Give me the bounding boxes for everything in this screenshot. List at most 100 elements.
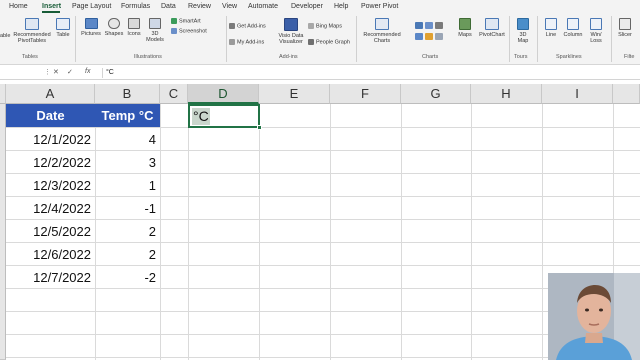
table-cell-temp[interactable]: 4 xyxy=(95,128,160,151)
table-cell-date[interactable]: 12/1/2022 xyxy=(6,128,95,151)
shapes-icon xyxy=(108,18,120,29)
pictures-button[interactable]: Pictures xyxy=(79,18,103,37)
pivotchart-button[interactable]: PivotChart xyxy=(476,18,508,38)
formula-input[interactable]: °C xyxy=(102,68,638,78)
tab-developer[interactable]: Developer xyxy=(291,3,323,10)
tab-page-layout[interactable]: Page Layout xyxy=(72,3,111,10)
maps-button[interactable]: Maps xyxy=(454,18,476,38)
my-addins-icon xyxy=(229,39,235,45)
pie-chart-icon xyxy=(425,33,433,40)
cancel-entry-button[interactable]: ✕ xyxy=(53,68,59,76)
tab-data[interactable]: Data xyxy=(161,3,176,10)
active-cell-text: °C xyxy=(192,108,210,125)
column-chart-icon xyxy=(415,22,423,29)
recommended-pivottables-button[interactable]: Recommended PivotTables xyxy=(10,18,54,44)
pictures-icon xyxy=(84,18,98,29)
column-header-i[interactable]: I xyxy=(542,84,613,104)
shapes-label: Shapes xyxy=(104,31,124,37)
column-header-d[interactable]: D xyxy=(188,84,259,104)
column-header-b[interactable]: B xyxy=(95,84,160,104)
chart-types-gallery[interactable] xyxy=(406,21,452,47)
table-cell-temp[interactable]: 2 xyxy=(95,220,160,243)
pictures-label: Pictures xyxy=(81,31,101,37)
sparkline-winloss-button[interactable]: Win/ Loss xyxy=(585,18,607,44)
insert-function-button[interactable]: fx xyxy=(85,68,90,75)
column-header-partial[interactable] xyxy=(613,84,640,104)
3d-map-button[interactable]: 3D Map xyxy=(512,18,534,44)
recommended-charts-button[interactable]: Recommended Charts xyxy=(360,18,404,44)
sparkline-line-button[interactable]: Line xyxy=(541,18,561,38)
recommended-charts-label-2: Charts xyxy=(373,38,391,44)
table-cell-temp[interactable]: 2 xyxy=(95,243,160,266)
tables-group-label: Tables xyxy=(22,54,38,60)
column-header-c[interactable]: C xyxy=(160,84,188,104)
people-graph-button[interactable]: People Graph xyxy=(308,39,350,45)
slicer-icon xyxy=(619,18,631,30)
tab-view[interactable]: View xyxy=(222,3,237,10)
screenshot-icon xyxy=(171,28,177,34)
sparkline-column-icon xyxy=(567,18,579,30)
icons-button[interactable]: Icons xyxy=(125,18,143,37)
webcam-overlay xyxy=(548,273,640,360)
3d-models-icon xyxy=(149,18,161,29)
more-options-icon[interactable]: ⋮ xyxy=(44,68,51,76)
tab-home[interactable]: Home xyxy=(9,3,28,10)
header-cell-temp[interactable]: Temp °C xyxy=(95,104,160,127)
group-divider xyxy=(537,16,538,62)
tab-automate[interactable]: Automate xyxy=(248,3,278,10)
globe-icon xyxy=(517,18,529,30)
table-cell-temp[interactable]: 3 xyxy=(95,151,160,174)
table-cell-temp[interactable]: 1 xyxy=(95,174,160,197)
table-cell-temp[interactable]: -1 xyxy=(95,197,160,220)
get-addins-button[interactable]: Get Add-ins xyxy=(229,23,266,29)
table-cell-temp[interactable]: -2 xyxy=(95,266,160,289)
table-cell-date[interactable]: 12/5/2022 xyxy=(6,220,95,243)
shapes-button[interactable]: Shapes xyxy=(103,18,125,37)
table-cell-date[interactable]: 12/4/2022 xyxy=(6,197,95,220)
column-header-g[interactable]: G xyxy=(401,84,471,104)
table-button[interactable]: Table xyxy=(54,18,72,38)
pivottable-button[interactable]: able xyxy=(0,33,10,39)
recommended-charts-icon xyxy=(375,18,389,30)
group-divider xyxy=(356,16,357,62)
enter-entry-button[interactable]: ✓ xyxy=(67,68,73,76)
bing-maps-icon xyxy=(308,23,314,29)
sparkline-line-icon xyxy=(545,18,557,30)
bing-maps-button[interactable]: Bing Maps xyxy=(308,23,342,29)
tab-help[interactable]: Help xyxy=(334,3,348,10)
column-header-a[interactable]: A xyxy=(6,84,95,104)
tab-insert[interactable]: Insert xyxy=(42,3,61,10)
addins-group-label: Add-ins xyxy=(279,54,298,60)
column-header-e[interactable]: E xyxy=(259,84,330,104)
column-header-h[interactable]: H xyxy=(471,84,542,104)
charts-group-label: Charts xyxy=(422,54,439,60)
my-addins-button[interactable]: My Add-ins xyxy=(229,39,264,45)
fill-handle[interactable] xyxy=(257,125,262,130)
table-cell-date[interactable]: 12/7/2022 xyxy=(6,266,95,289)
header-cell-date[interactable]: Date xyxy=(6,104,95,127)
scatter-chart-icon xyxy=(435,33,443,40)
table-cell-date[interactable]: 12/3/2022 xyxy=(6,174,95,197)
3d-map-label-2: Map xyxy=(517,38,529,44)
ribbon-tab-bar: Home Insert Page Layout Formulas Data Re… xyxy=(0,0,640,13)
bing-maps-label: Bing Maps xyxy=(316,23,342,30)
pivotchart-label: PivotChart xyxy=(479,32,505,38)
recommended-pivottables-icon xyxy=(25,18,39,30)
table-cell-date[interactable]: 12/6/2022 xyxy=(6,243,95,266)
smartart-button[interactable]: SmartArt xyxy=(171,18,201,24)
column-header-f[interactable]: F xyxy=(330,84,401,104)
tab-power-pivot[interactable]: Power Pivot xyxy=(361,3,398,10)
my-addins-label: My Add-ins xyxy=(237,39,265,46)
slicer-button[interactable]: Slicer xyxy=(614,18,636,38)
screenshot-button[interactable]: Screenshot xyxy=(171,28,207,34)
active-cell-d1[interactable]: °C xyxy=(188,104,262,130)
tab-review[interactable]: Review xyxy=(188,3,211,10)
people-graph-label: People Graph xyxy=(316,39,350,46)
tours-group-label: Tours xyxy=(514,54,528,60)
3d-models-label-2: Models xyxy=(146,37,164,43)
visio-data-visualizer-button[interactable]: Visio Data Visualizer xyxy=(276,18,306,45)
tab-formulas[interactable]: Formulas xyxy=(121,3,150,10)
table-cell-date[interactable]: 12/2/2022 xyxy=(6,151,95,174)
3d-models-button[interactable]: 3D Models xyxy=(144,18,166,43)
sparkline-column-button[interactable]: Column xyxy=(561,18,585,38)
